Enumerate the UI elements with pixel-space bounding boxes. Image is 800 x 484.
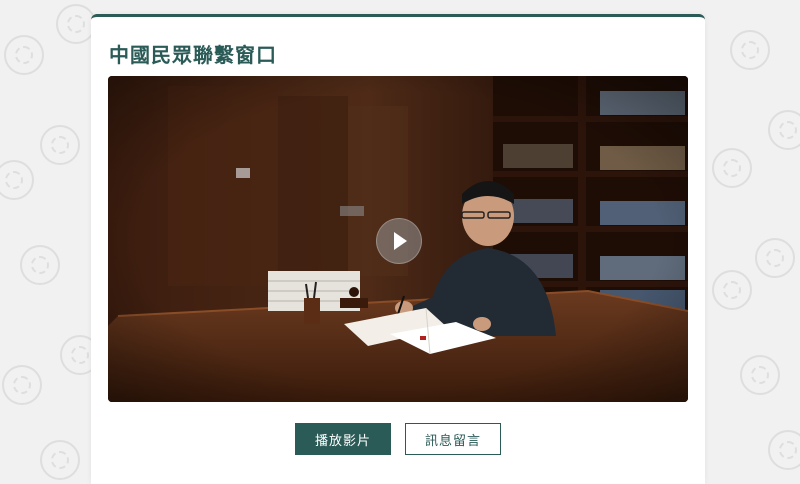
- emblem-icon: [755, 238, 795, 278]
- emblem-icon: [0, 160, 34, 200]
- emblem-icon: [712, 148, 752, 188]
- play-video-button[interactable]: 播放影片: [295, 423, 391, 455]
- emblem-icon: [2, 365, 42, 405]
- emblem-icon: [20, 245, 60, 285]
- emblem-icon: [4, 35, 44, 75]
- play-icon: [394, 232, 407, 250]
- emblem-icon: [56, 4, 96, 44]
- emblem-icon: [712, 270, 752, 310]
- emblem-icon: [730, 30, 770, 70]
- emblem-icon: [40, 440, 80, 480]
- emblem-icon: [740, 355, 780, 395]
- emblem-icon: [768, 110, 800, 150]
- contact-card: 中國民眾聯繫窗口 播放影片 訊息留言: [91, 14, 705, 484]
- leave-message-button[interactable]: 訊息留言: [405, 423, 501, 455]
- play-button[interactable]: [376, 218, 422, 264]
- video-player[interactable]: [108, 76, 688, 402]
- page-title: 中國民眾聯繫窗口: [109, 43, 277, 67]
- emblem-icon: [40, 125, 80, 165]
- emblem-icon: [768, 430, 800, 470]
